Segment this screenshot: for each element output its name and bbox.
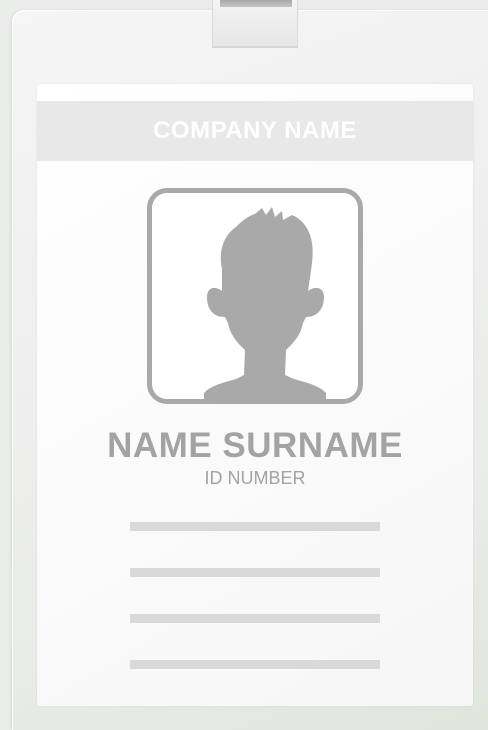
- badge-clip: [212, 0, 298, 48]
- clip-metal-strip: [220, 0, 292, 7]
- company-name: COMPANY NAME: [153, 117, 357, 144]
- placeholder-line: [130, 614, 380, 623]
- id-number: ID NUMBER: [204, 468, 306, 488]
- holder-name: NAME SURNAME: [107, 426, 403, 465]
- placeholder-line: [130, 522, 380, 531]
- card-header: COMPANY NAME: [37, 101, 473, 161]
- id-card: COMPANY NAME NAME SURNAME ID NUMBER: [37, 84, 473, 706]
- placeholder-line: [130, 568, 380, 577]
- user-silhouette-icon: [204, 207, 326, 399]
- photo-frame: [147, 188, 363, 404]
- placeholder-line: [130, 660, 380, 669]
